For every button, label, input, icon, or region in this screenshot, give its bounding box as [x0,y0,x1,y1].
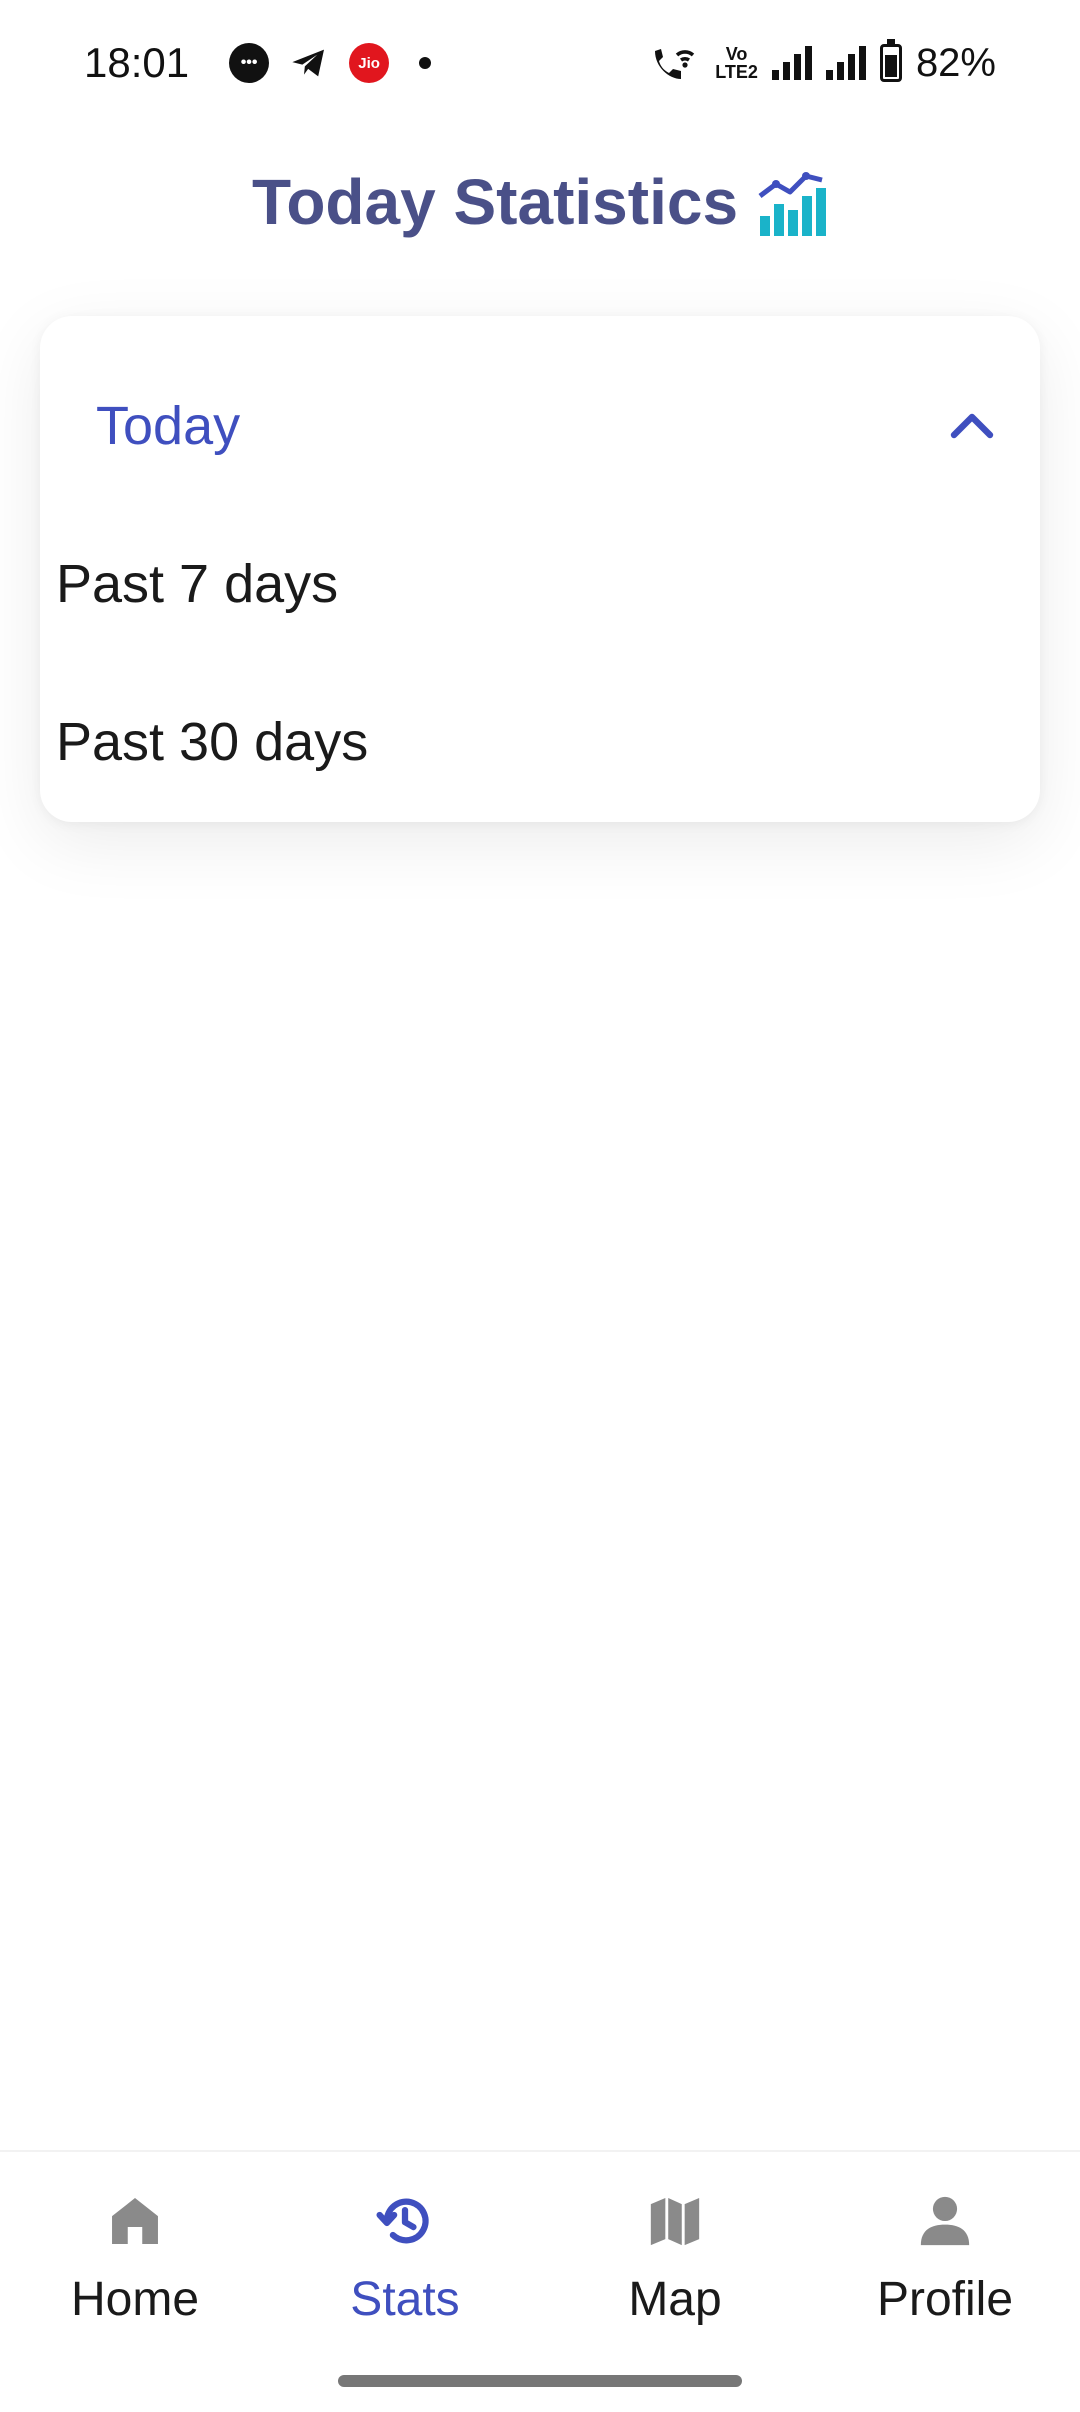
battery-icon [879,39,902,82]
notification-icons: ••• Jio [229,43,432,83]
nav-home-label: Home [70,2273,200,2326]
status-bar: 18:01 ••• Jio Vo LTE2 82% [0,0,1080,126]
dropdown-option-past-30-days[interactable]: Past 30 days [56,692,956,792]
dropdown-selected-label: Today [96,396,241,456]
nav-profile-label: Profile [876,2273,1014,2326]
map-icon [650,2198,700,2246]
chevron-up-icon [950,413,994,439]
nav-stats[interactable]: Stats [270,2192,540,2342]
chat-icon: ••• [229,43,270,83]
system-status: Vo LTE2 82% [649,39,996,86]
chart-icon [758,172,827,236]
nav-home[interactable]: Home [0,2192,270,2342]
home-indicator[interactable] [338,2375,742,2387]
page-title-row: Today Statistics [0,165,1080,239]
page-title: Today Statistics [251,166,739,238]
nav-map[interactable]: Map [540,2192,810,2342]
telegram-icon [292,49,325,77]
nav-map-label: Map [628,2273,722,2326]
nav-profile[interactable]: Profile [810,2192,1080,2342]
status-time: 18:01 [84,39,190,86]
jio-icon: Jio [349,43,390,83]
dropdown-option-past-7-days[interactable]: Past 7 days [56,534,956,634]
nav-stats-label: Stats [350,2273,460,2326]
home-icon [112,2198,158,2244]
signal-2-icon [825,46,866,80]
wifi-call-icon [655,49,695,79]
dropdown-selected[interactable]: Today [96,376,996,476]
signal-1-icon [771,46,812,80]
bottom-nav: Home Stats Map Profile [0,2150,1080,2412]
history-icon [376,2198,429,2244]
volte-indicator: Vo LTE2 [715,44,758,82]
battery-percent: 82% [915,40,996,85]
dot-icon [419,57,432,69]
person-icon [920,2196,970,2246]
